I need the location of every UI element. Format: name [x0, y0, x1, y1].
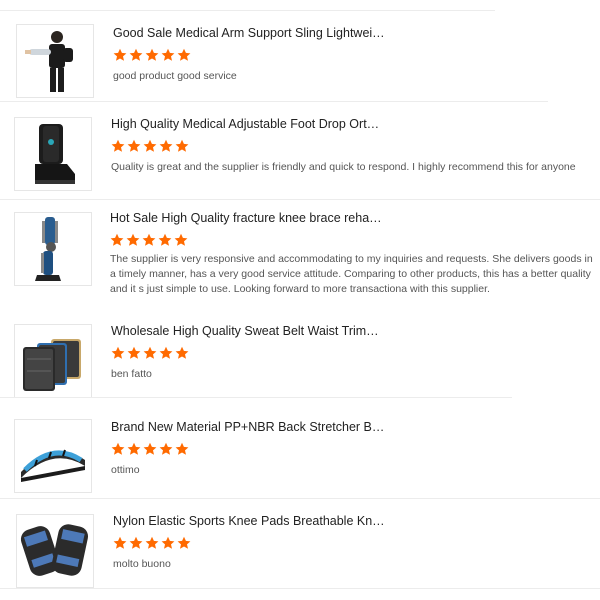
divider — [0, 101, 548, 102]
product-title[interactable]: Good Sale Medical Arm Support Sling Ligh… — [113, 26, 385, 40]
product-image[interactable] — [16, 24, 94, 98]
arm-sling-icon — [25, 31, 73, 92]
divider — [0, 10, 495, 11]
star-rating — [111, 442, 189, 456]
review-comment: Quality is great and the supplier is fri… — [111, 161, 576, 173]
star-icon — [129, 536, 143, 550]
star-icon — [174, 233, 188, 247]
walker-boot-icon — [35, 124, 75, 184]
product-title[interactable]: Hot Sale High Quality fracture knee brac… — [110, 211, 382, 225]
waist-belt-icon — [23, 339, 81, 391]
product-image[interactable] — [16, 514, 94, 588]
star-rating — [110, 233, 188, 247]
star-icon — [145, 48, 159, 62]
star-icon — [159, 139, 173, 153]
star-icon — [126, 233, 140, 247]
product-title[interactable]: High Quality Medical Adjustable Foot Dro… — [111, 117, 379, 131]
star-rating — [111, 139, 189, 153]
star-icon — [145, 536, 159, 550]
star-icon — [127, 139, 141, 153]
star-rating — [113, 48, 191, 62]
product-image[interactable] — [14, 212, 92, 286]
star-icon — [127, 346, 141, 360]
knee-brace-icon — [35, 217, 61, 281]
star-icon — [161, 48, 175, 62]
star-icon — [175, 346, 189, 360]
divider — [0, 498, 600, 499]
star-icon — [111, 139, 125, 153]
product-image[interactable] — [14, 324, 92, 398]
star-icon — [159, 346, 173, 360]
star-icon — [143, 442, 157, 456]
divider — [0, 397, 512, 398]
star-icon — [113, 48, 127, 62]
star-icon — [175, 139, 189, 153]
star-icon — [110, 233, 124, 247]
star-icon — [129, 48, 143, 62]
star-icon — [111, 346, 125, 360]
star-icon — [142, 233, 156, 247]
star-icon — [143, 346, 157, 360]
review-comment: good product good service — [113, 70, 237, 82]
star-icon — [161, 536, 175, 550]
product-title[interactable]: Nylon Elastic Sports Knee Pads Breathabl… — [113, 514, 385, 528]
review-comment: The supplier is very responsive and acco… — [110, 253, 593, 295]
review-comment: ben fatto — [111, 368, 152, 380]
divider — [0, 199, 600, 200]
product-title[interactable]: Brand New Material PP+NBR Back Stretcher… — [111, 420, 384, 434]
star-icon — [113, 536, 127, 550]
review-comment: ottimo — [111, 464, 140, 476]
star-icon — [158, 233, 172, 247]
star-rating — [111, 346, 189, 360]
product-image[interactable] — [14, 117, 92, 191]
star-icon — [159, 442, 173, 456]
star-icon — [127, 442, 141, 456]
star-icon — [143, 139, 157, 153]
back-stretcher-icon — [21, 449, 85, 482]
star-icon — [177, 536, 191, 550]
star-rating — [113, 536, 191, 550]
knee-pads-icon — [20, 524, 89, 576]
product-title[interactable]: Wholesale High Quality Sweat Belt Waist … — [111, 324, 379, 338]
star-icon — [111, 442, 125, 456]
star-icon — [177, 48, 191, 62]
star-icon — [175, 442, 189, 456]
divider — [0, 588, 600, 589]
review-comment: molto buono — [113, 558, 171, 570]
product-image[interactable] — [14, 419, 92, 493]
